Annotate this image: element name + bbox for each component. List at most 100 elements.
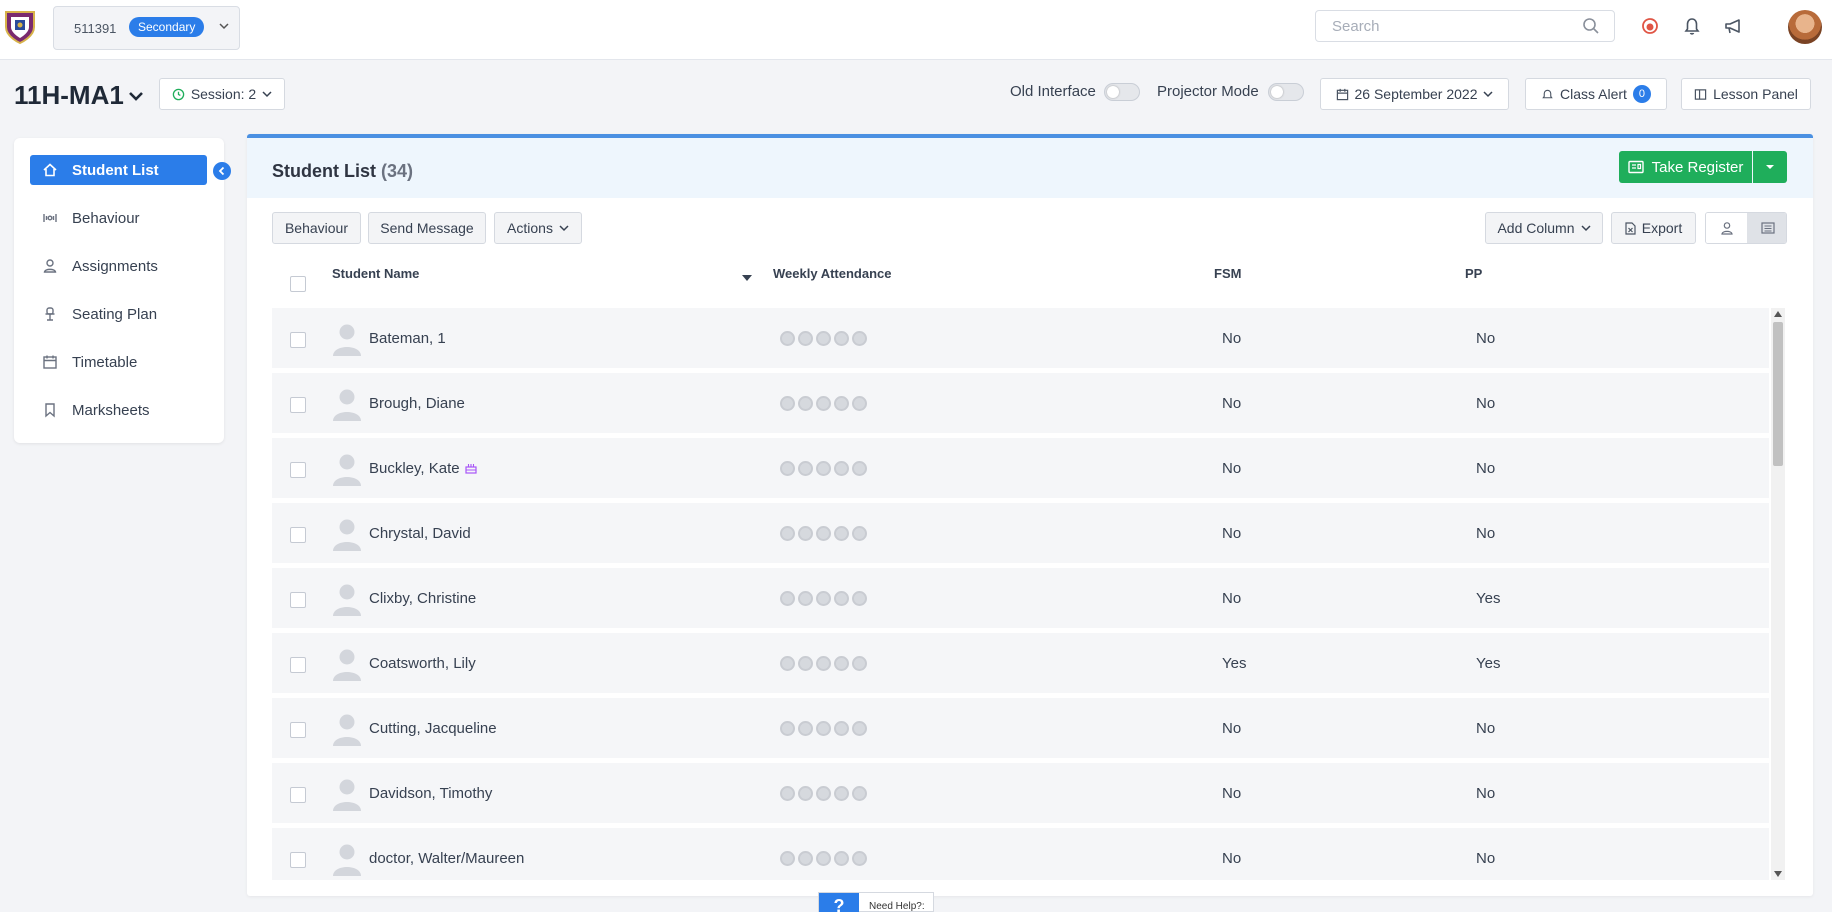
attendance-mark [780, 461, 795, 476]
sidebar-item-student-list[interactable]: Student List [30, 155, 207, 185]
attendance-mark [834, 656, 849, 671]
student-list-panel: Student List (34) Take Register Behaviou… [247, 134, 1813, 896]
table-row[interactable]: Cutting, Jacqueline No No [272, 698, 1769, 760]
column-header-fsm[interactable]: FSM [1214, 266, 1241, 281]
student-name[interactable]: Chrystal, David [369, 525, 471, 542]
send-message-button[interactable]: Send Message [368, 212, 486, 244]
school-logo-icon[interactable] [3, 9, 37, 45]
fsm-value: No [1222, 525, 1242, 542]
projector-mode-toggle[interactable] [1268, 83, 1304, 101]
notification-bell-icon[interactable] [1680, 14, 1704, 38]
sidebar-item-assignments[interactable]: Assignments [30, 251, 207, 281]
pp-value: No [1476, 785, 1496, 802]
scrollbar-thumb[interactable] [1773, 322, 1783, 466]
column-header-student-name[interactable]: Student Name [332, 266, 419, 281]
table-row[interactable]: Chrystal, David No No [272, 503, 1769, 565]
fsm-value: No [1222, 460, 1242, 477]
row-checkbox[interactable] [290, 787, 306, 803]
search-icon[interactable] [1582, 17, 1600, 35]
school-selector[interactable]: 511391 Secondary [53, 6, 240, 50]
student-name[interactable]: Buckley, Kate [369, 460, 478, 477]
lesson-panel-button[interactable]: Lesson Panel [1681, 78, 1811, 110]
megaphone-icon[interactable] [1722, 14, 1746, 38]
date-picker[interactable]: 26 September 2022 [1320, 78, 1509, 110]
student-name[interactable]: Coatsworth, Lily [369, 655, 476, 672]
collapse-sidebar-button[interactable] [213, 162, 231, 180]
student-name-text: Chrystal, David [369, 525, 471, 542]
export-button[interactable]: Export [1611, 212, 1696, 244]
select-all-checkbox[interactable] [290, 276, 306, 292]
attendance-mark [816, 721, 831, 736]
student-name[interactable]: Cutting, Jacqueline [369, 720, 497, 737]
table-row[interactable]: Coatsworth, Lily Yes Yes [272, 633, 1769, 695]
panel-title: Student List (34) [272, 161, 413, 182]
class-title[interactable]: 11H-MA1 [14, 80, 124, 111]
attendance-mark [834, 786, 849, 801]
column-header-pp[interactable]: PP [1465, 266, 1482, 281]
chevron-down-icon[interactable] [214, 17, 234, 37]
attendance-mark [852, 461, 867, 476]
table-scrollbar[interactable] [1771, 308, 1785, 880]
row-checkbox[interactable] [290, 657, 306, 673]
attendance-mark [852, 331, 867, 346]
table-row[interactable]: Davidson, Timothy No No [272, 763, 1769, 825]
search-box [1315, 10, 1615, 42]
student-name[interactable]: doctor, Walter/Maureen [369, 850, 524, 867]
attendance-mark [852, 786, 867, 801]
date-label: 26 September 2022 [1354, 86, 1478, 102]
actions-dropdown[interactable]: Actions [494, 212, 582, 244]
attendance-mark [834, 526, 849, 541]
need-help-tab[interactable]: ? Need Help?: [818, 892, 934, 912]
sidebar-item-seating-plan[interactable]: Seating Plan [30, 299, 207, 329]
column-header-weekly-attendance[interactable]: Weekly Attendance [773, 266, 892, 281]
calendar-icon [43, 355, 57, 369]
row-checkbox[interactable] [290, 332, 306, 348]
sidebar-item-marksheets[interactable]: Marksheets [30, 395, 207, 425]
student-avatar-icon [332, 647, 362, 681]
student-name[interactable]: Davidson, Timothy [369, 785, 492, 802]
row-checkbox[interactable] [290, 592, 306, 608]
attendance-mark [798, 656, 813, 671]
weekly-attendance-marks [780, 591, 867, 606]
student-name[interactable]: Brough, Diane [369, 395, 465, 412]
user-icon [1720, 222, 1733, 235]
attendance-mark [780, 656, 795, 671]
scroll-up-icon[interactable] [1774, 311, 1782, 317]
add-column-dropdown[interactable]: Add Column [1485, 212, 1603, 244]
row-checkbox[interactable] [290, 397, 306, 413]
list-view-button[interactable] [1747, 213, 1786, 243]
row-checkbox[interactable] [290, 722, 306, 738]
record-icon[interactable] [1638, 14, 1662, 38]
attendance-mark [816, 591, 831, 606]
row-checkbox[interactable] [290, 852, 306, 868]
user-avatar[interactable] [1788, 10, 1822, 44]
student-name[interactable]: Clixby, Christine [369, 590, 476, 607]
student-name-text: Davidson, Timothy [369, 785, 493, 802]
take-register-dropdown[interactable] [1753, 151, 1787, 183]
chevron-down-icon[interactable] [126, 86, 146, 106]
session-dropdown[interactable]: Session: 2 [159, 78, 285, 110]
sort-desc-icon[interactable] [741, 269, 753, 286]
table-row[interactable]: Buckley, Kate No No [272, 438, 1769, 500]
fsm-value: Yes [1222, 655, 1247, 672]
old-interface-toggle[interactable] [1104, 83, 1140, 101]
table-row[interactable]: Brough, Diane No No [272, 373, 1769, 435]
sidebar-item-behaviour[interactable]: Behaviour [30, 203, 207, 233]
behaviour-icon [43, 214, 57, 222]
row-checkbox[interactable] [290, 462, 306, 478]
sidebar-item-timetable[interactable]: Timetable [30, 347, 207, 377]
class-alert-button[interactable]: Class Alert 0 [1525, 78, 1667, 110]
student-name[interactable]: Bateman, 1 [369, 330, 446, 347]
card-view-button[interactable] [1706, 213, 1747, 243]
take-register-button[interactable]: Take Register [1619, 151, 1752, 183]
student-name-text: Clixby, Christine [369, 590, 477, 607]
search-input[interactable] [1316, 11, 1556, 41]
attendance-mark [852, 656, 867, 671]
row-checkbox[interactable] [290, 527, 306, 543]
projector-mode-label: Projector Mode [1157, 83, 1259, 100]
table-row[interactable]: Clixby, Christine No Yes [272, 568, 1769, 630]
behaviour-button[interactable]: Behaviour [272, 212, 361, 244]
table-row[interactable]: Bateman, 1 No No [272, 308, 1769, 370]
scroll-down-icon[interactable] [1774, 871, 1782, 877]
table-row[interactable]: doctor, Walter/Maureen No No [272, 828, 1769, 880]
